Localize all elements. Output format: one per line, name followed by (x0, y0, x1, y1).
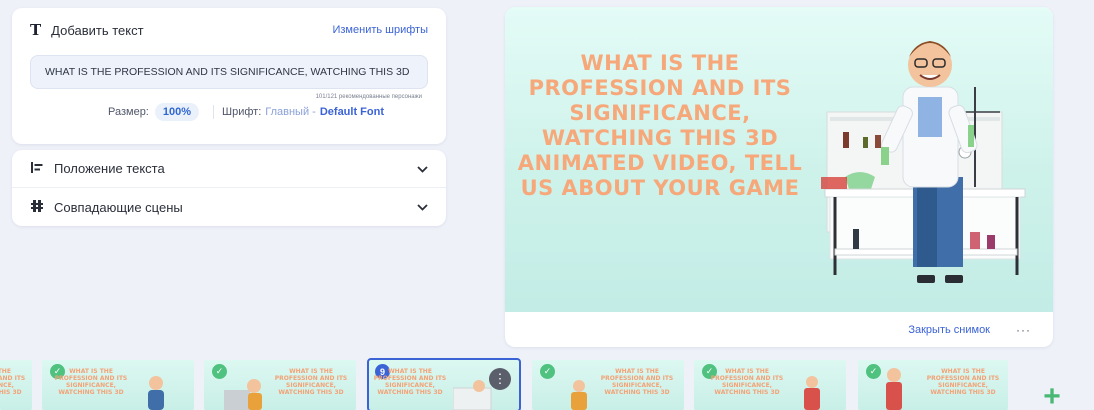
accordion-matching-scenes-label: Совпадающие сцены (54, 199, 183, 215)
check-icon: ✓ (866, 364, 881, 379)
accordion-text-position[interactable]: Положение текста (12, 150, 446, 188)
chevron-down-icon (417, 200, 428, 214)
text-settings-panel: T Добавить текст Изменить шрифты WHAT IS… (12, 8, 446, 226)
thumbnail-text: WHAT IS THE PROFESSION AND ITS SIGNIFICA… (274, 368, 348, 396)
change-fonts-link[interactable]: Изменить шрифты (332, 24, 428, 36)
accordion-matching-scenes-title: Совпадающие сцены (30, 199, 183, 215)
character-figure (148, 376, 164, 410)
meta-divider (213, 105, 215, 119)
scenes-icon (30, 199, 44, 215)
character-figure (224, 379, 262, 410)
text-meta-row: Размер: 100% Шрифт: Главный - Default Fo… (30, 103, 428, 121)
accordion-text-position-label: Положение текста (54, 161, 165, 176)
align-left-icon (30, 161, 44, 176)
size-label: Размер: (108, 106, 149, 118)
scene-thumbnail-6[interactable]: ✓ WHAT IS THE PROFESSION AND ITS SIGNIFI… (694, 360, 846, 410)
character-figure (804, 376, 820, 410)
scene-preview: WHAT IS THE PROFESSION AND ITS SIGNIFICA… (505, 7, 1053, 347)
add-text-title-wrap: T Добавить текст (30, 21, 144, 39)
character-figure (886, 368, 902, 410)
chevron-down-icon (417, 162, 428, 176)
scene-thumbnail-1[interactable]: WHAT IS THE PROFESSION AND ITS SIGNIFICA… (0, 360, 32, 410)
thumbnail-text: WHAT IS THE PROFESSION AND ITS SIGNIFICA… (54, 368, 128, 396)
thumbnail-text: WHAT IS THE PROFESSION AND ITS SIGNIFICA… (710, 368, 784, 396)
add-text-title: Добавить текст (51, 22, 144, 38)
accordion-text-position-title: Положение текста (30, 161, 165, 176)
font-selector[interactable]: Default Font (320, 106, 384, 118)
more-vertical-icon[interactable]: ⋮ (489, 368, 511, 390)
check-icon: ✓ (540, 364, 555, 379)
scene-thumbnail-5[interactable]: ✓ WHAT IS THE PROFESSION AND ITS SIGNIFI… (532, 360, 684, 410)
size-value[interactable]: 100% (154, 103, 200, 121)
scene-thumbnail-4-selected[interactable]: 9 WHAT IS THE PROFESSION AND ITS SIGNIFI… (367, 358, 521, 410)
more-options-icon[interactable]: ··· (1016, 323, 1031, 337)
preview-footer: Закрыть снимок ··· (505, 312, 1053, 347)
character-figure (571, 380, 587, 410)
accordion-matching-scenes[interactable]: Совпадающие сцены (12, 188, 446, 226)
scene-timeline: WHAT IS THE PROFESSION AND ITS SIGNIFICA… (0, 355, 1094, 410)
text-icon: T (30, 21, 42, 39)
thumbnail-text: WHAT IS THE PROFESSION AND ITS SIGNIFICA… (600, 368, 674, 396)
accordion-card: Положение текста Совпадающие сцены (12, 150, 446, 226)
scene-thumbnail-2[interactable]: ✓ WHAT IS THE PROFESSION AND ITS SIGNIFI… (42, 360, 194, 410)
text-input[interactable]: WHAT IS THE PROFESSION AND ITS SIGNIFICA… (30, 55, 428, 89)
add-text-header: T Добавить текст Изменить шрифты (30, 20, 428, 40)
scientist-lab-illustration (821, 41, 1026, 283)
character-count-hint: 101/121 рекомендованные персонажи (315, 94, 422, 100)
add-text-card: T Добавить текст Изменить шрифты WHAT IS… (12, 8, 446, 144)
add-scene-button[interactable]: + (1040, 382, 1064, 410)
font-label: Шрифт: (222, 106, 262, 118)
close-snapshot-link[interactable]: Закрыть снимок (908, 324, 990, 336)
scene-headline[interactable]: WHAT IS THE PROFESSION AND ITS SIGNIFICA… (515, 51, 805, 201)
thumbnail-text: WHAT IS THE PROFESSION AND ITS SIGNIFICA… (926, 368, 1000, 396)
scene-thumbnail-3[interactable]: ✓ WHAT IS THE PROFESSION AND ITS SIGNIFI… (204, 360, 356, 410)
scene-canvas[interactable]: WHAT IS THE PROFESSION AND ITS SIGNIFICA… (505, 7, 1053, 312)
character-figure (453, 380, 492, 410)
font-type: Главный - (265, 106, 316, 118)
thumbnail-text: WHAT IS THE PROFESSION AND ITS SIGNIFICA… (0, 368, 26, 396)
thumbnail-text: WHAT IS THE PROFESSION AND ITS SIGNIFICA… (373, 368, 447, 396)
scene-thumbnail-7[interactable]: ✓ WHAT IS THE PROFESSION AND ITS SIGNIFI… (858, 360, 1008, 410)
